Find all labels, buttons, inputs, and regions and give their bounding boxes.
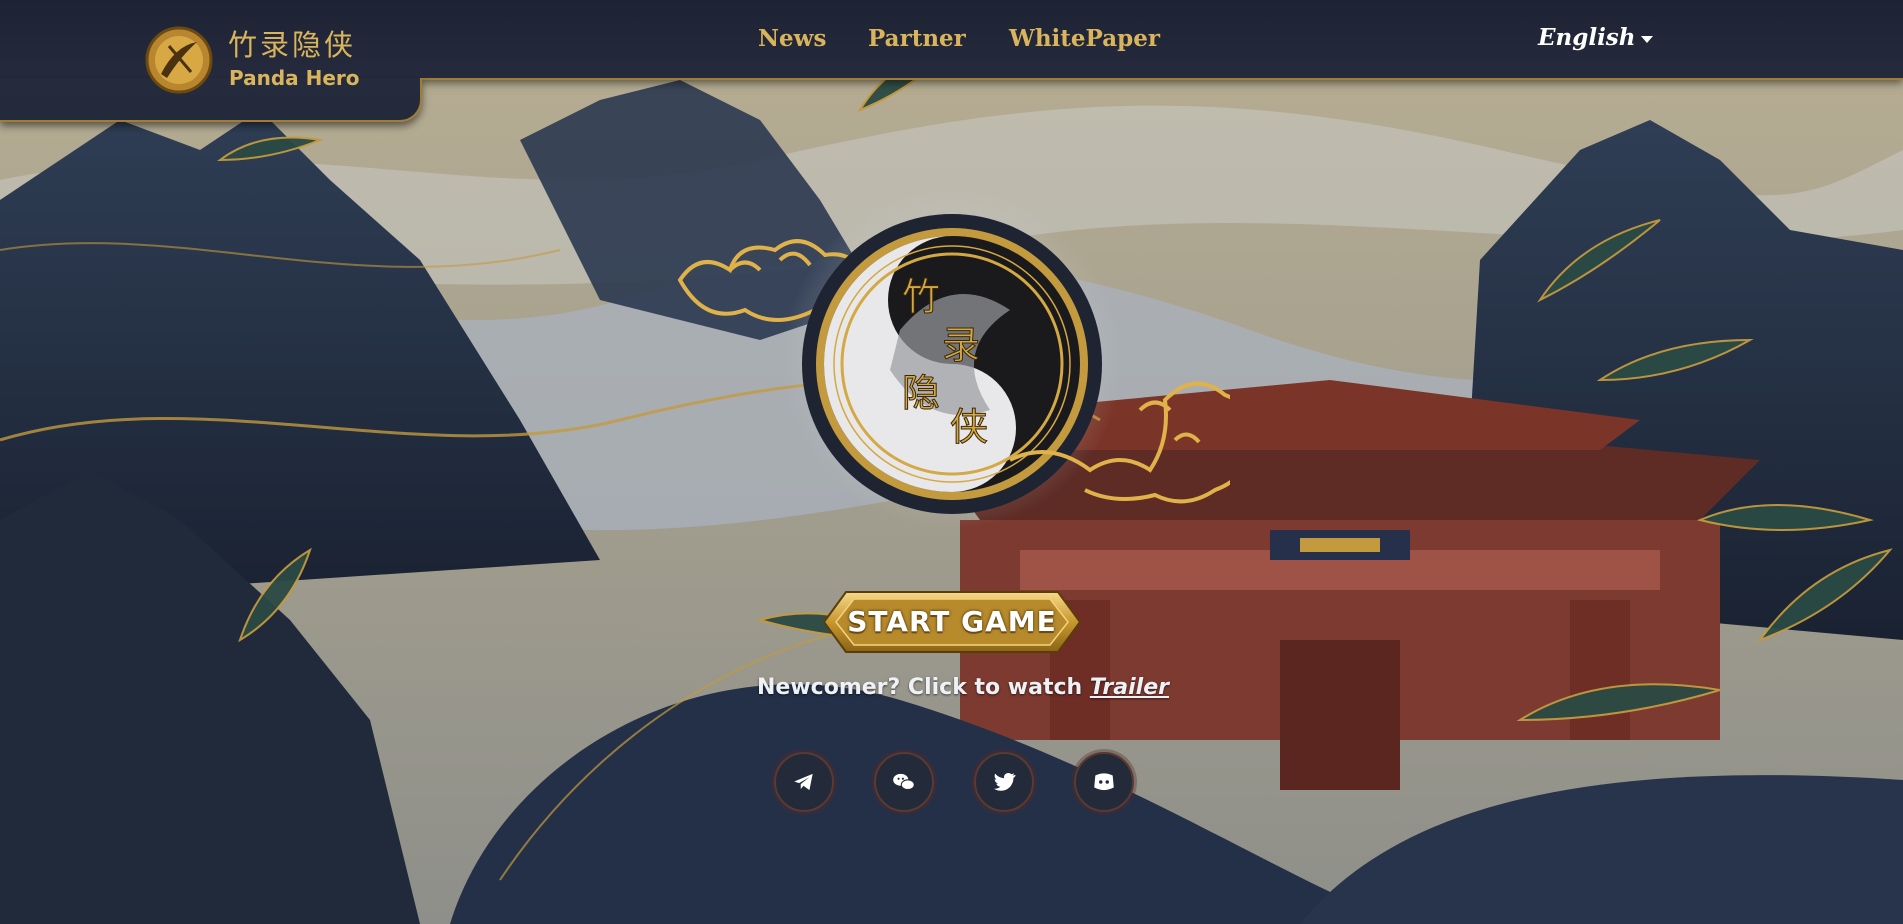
brand-english-name: Panda Hero	[229, 66, 360, 90]
wechat-icon	[893, 773, 915, 791]
trailer-link[interactable]: Trailer	[1090, 675, 1169, 700]
language-label: English	[1538, 24, 1636, 51]
discord-button[interactable]	[1074, 752, 1134, 812]
panda-hero-logo[interactable]	[145, 26, 213, 94]
nav-link-news[interactable]: News	[758, 25, 826, 52]
language-dropdown[interactable]: English	[1538, 24, 1654, 51]
twitter-icon	[994, 772, 1016, 791]
twitter-button[interactable]	[974, 752, 1034, 812]
brand-chinese-name: 竹录隐侠	[228, 28, 357, 62]
nav-link-partner[interactable]: Partner	[868, 25, 966, 52]
game-emblem: 竹 录 隐 侠	[677, 214, 1230, 514]
discord-icon	[1094, 773, 1114, 791]
emblem-char-4: 侠	[950, 405, 988, 449]
telegram-button[interactable]	[774, 752, 834, 812]
newcomer-prompt: Newcomer? Click to watch	[757, 675, 1090, 700]
wechat-button[interactable]	[874, 752, 934, 812]
emblem-char-2: 录	[942, 323, 980, 367]
start-game-button[interactable]: START GAME	[822, 590, 1082, 654]
start-game-label: START GAME	[847, 605, 1057, 638]
emblem-char-3: 隐	[902, 371, 940, 415]
nav-link-whitepaper[interactable]: WhitePaper	[1009, 25, 1160, 52]
newcomer-text: Newcomer? Click to watch Trailer	[757, 675, 1169, 700]
telegram-icon	[794, 773, 813, 791]
chevron-down-icon	[1641, 35, 1654, 43]
emblem-char-1: 竹	[902, 275, 940, 319]
